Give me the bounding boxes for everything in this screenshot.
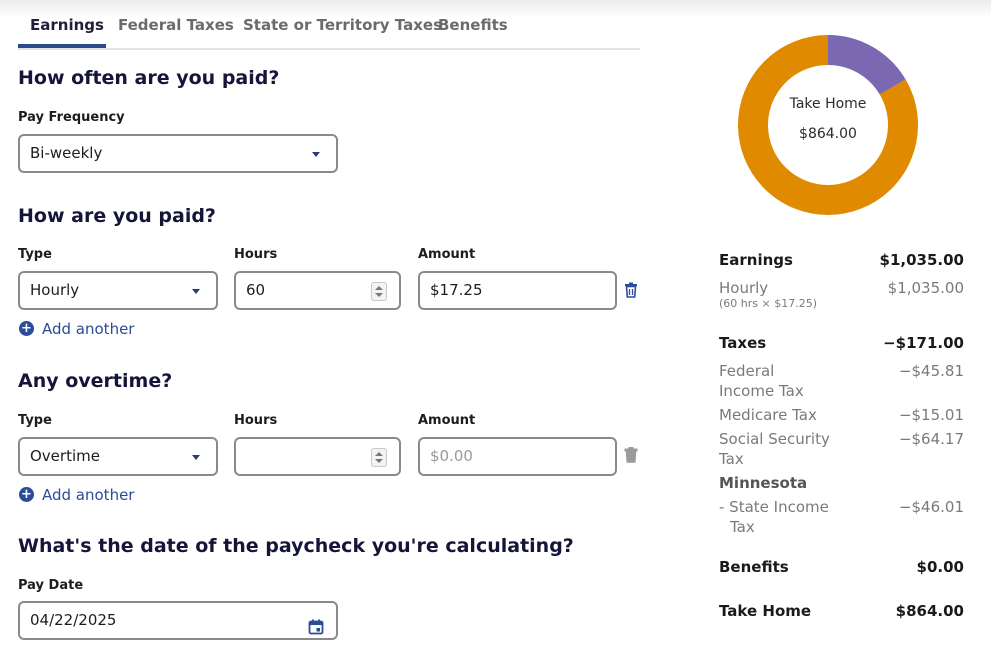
overtime-heading: Any overtime?: [18, 370, 173, 392]
overtime-type-select[interactable]: Overtime: [18, 437, 218, 476]
summary-state-name: Minnesota: [719, 474, 808, 492]
summary-hourly-label: Hourly: [719, 279, 769, 297]
summary-benefits-value: $0.00: [916, 558, 964, 576]
summary-federal-label: Federal: [719, 362, 775, 380]
take-home-donut-chart: [737, 34, 919, 216]
plus-circle-icon: +: [19, 487, 34, 502]
pay-type-heading: How are you paid?: [18, 205, 216, 227]
pay-date-heading: What's the date of the paycheck you're c…: [18, 535, 574, 557]
calendar-icon[interactable]: [308, 613, 324, 635]
chevron-down-icon: [192, 455, 200, 460]
overtime-hours-input[interactable]: [234, 437, 401, 476]
add-another-label: Add another: [42, 320, 135, 338]
summary-medicare-value: −$15.01: [898, 406, 964, 424]
pay-hours-value: 60: [246, 281, 266, 299]
pay-frequency-select[interactable]: Bi-weekly: [18, 134, 338, 173]
pay-amount-input[interactable]: $17.25: [418, 271, 617, 310]
pay-frequency-value: Bi-weekly: [30, 144, 103, 162]
pay-amount-value: $17.25: [430, 281, 483, 299]
pay-date-label: Pay Date: [18, 578, 84, 593]
pay-type-select[interactable]: Hourly: [18, 271, 218, 310]
pay-frequency-label: Pay Frequency: [18, 110, 125, 125]
pay-type-value: Hourly: [30, 281, 80, 299]
tab-benefits[interactable]: Benefits: [438, 16, 508, 34]
summary-medicare-label: Medicare Tax: [719, 406, 817, 424]
summary-take-home-value: $864.00: [895, 602, 964, 620]
summary-hourly-detail: (60 hrs × $17.25): [719, 297, 818, 310]
plus-circle-icon: +: [19, 321, 34, 336]
overtime-type-label: Type: [18, 413, 52, 428]
summary-earnings-label: Earnings: [719, 251, 793, 269]
pay-amount-label: Amount: [418, 247, 476, 262]
donut-center-value: $864.00: [799, 126, 857, 142]
summary-ss-label-2: Tax: [719, 450, 744, 468]
overtime-amount-label: Amount: [418, 413, 476, 428]
pay-hours-label: Hours: [234, 247, 278, 262]
chevron-down-icon: [312, 152, 320, 157]
stepper-icon[interactable]: [371, 282, 387, 301]
overtime-amount-placeholder: $0.00: [430, 447, 473, 465]
chevron-down-icon: [192, 289, 200, 294]
overtime-amount-input[interactable]: $0.00: [418, 437, 617, 476]
tab-earnings[interactable]: Earnings: [30, 16, 104, 34]
summary-taxes-value: −$171.00: [883, 334, 964, 352]
summary-taxes-label: Taxes: [719, 334, 767, 352]
summary-state-value: −$46.01: [898, 498, 964, 516]
pay-frequency-heading: How often are you paid?: [18, 67, 280, 89]
overtime-type-value: Overtime: [30, 447, 100, 465]
trash-icon[interactable]: [624, 282, 638, 298]
tab-state-taxes[interactable]: State or Territory Taxes: [243, 16, 442, 34]
add-another-label: Add another: [42, 486, 135, 504]
pay-hours-input[interactable]: 60: [234, 271, 401, 310]
summary-ss-value: −$64.17: [898, 430, 964, 448]
pay-date-input[interactable]: 04/22/2025: [18, 601, 338, 640]
summary-state-label: - State Income: [719, 498, 829, 516]
summary-benefits-label: Benefits: [719, 558, 789, 576]
pay-date-value: 04/22/2025: [30, 611, 117, 629]
stepper-icon[interactable]: [371, 448, 387, 467]
summary-take-home-label: Take Home: [719, 602, 812, 620]
trash-icon[interactable]: [624, 447, 638, 463]
summary-ss-label: Social Security: [719, 430, 830, 448]
summary-federal-value: −$45.81: [898, 362, 964, 380]
donut-center-label: Take Home: [789, 96, 867, 112]
summary-state-label-2: Tax: [730, 518, 755, 536]
tab-federal-taxes[interactable]: Federal Taxes: [118, 16, 234, 34]
summary-hourly-value: $1,035.00: [887, 279, 964, 297]
pay-type-label: Type: [18, 247, 52, 262]
overtime-hours-label: Hours: [234, 413, 278, 428]
summary-earnings-value: $1,035.00: [879, 251, 964, 269]
summary-federal-label-2: Income Tax: [719, 382, 804, 400]
active-tab-indicator: [18, 44, 106, 48]
